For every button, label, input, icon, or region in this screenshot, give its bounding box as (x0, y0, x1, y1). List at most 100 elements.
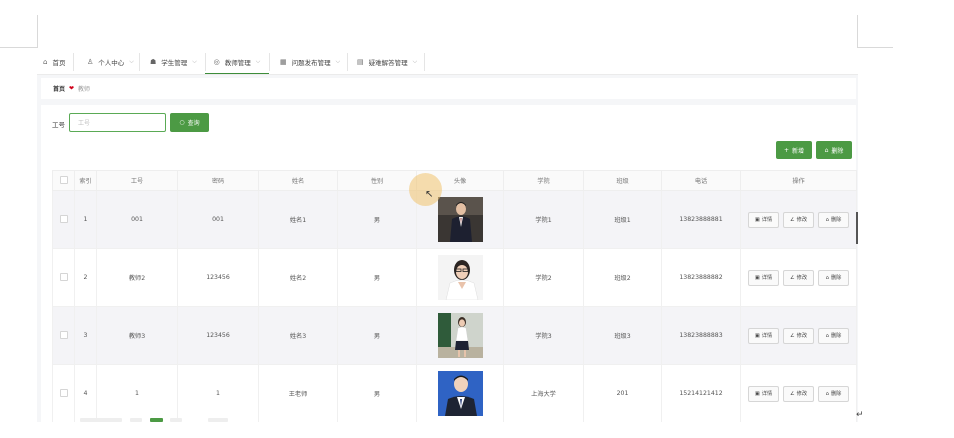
add-button-label: 新增 (792, 147, 805, 155)
nav-item-label: 首页 (52, 59, 66, 67)
pagination-page[interactable] (130, 418, 142, 422)
home-icon: ⌂ (43, 58, 48, 66)
select-all-checkbox[interactable] (59, 175, 68, 184)
chevron-down-icon: ⌵ (129, 58, 134, 65)
column-header: 班级 (583, 170, 662, 191)
breadcrumb: 首页 ❤ 教师 (41, 78, 856, 99)
row-checkbox-cell[interactable] (52, 306, 75, 365)
avatar (437, 255, 483, 300)
cell-password: 1 (177, 364, 259, 422)
search-label: 工号 (52, 121, 65, 129)
query-button-label: 查询 (187, 120, 200, 127)
row-checkbox[interactable] (59, 330, 68, 339)
avatar (437, 313, 483, 358)
student-icon: ☗ (150, 58, 157, 66)
delete-button[interactable]: ⌂ 删除 (818, 385, 849, 402)
cell-gonghao: 教师3 (96, 306, 178, 365)
nav-divider (269, 53, 270, 71)
row-checkbox-cell[interactable] (52, 190, 75, 249)
detail-button[interactable]: ▣ 详情 (748, 211, 779, 228)
top-navigation: ⌂ 首页 ♙ 个人中心 ⌵ ☗ 学生管理 ⌵ ◎ 教师管理 ⌵ ▦ 问题发布管理… (37, 50, 858, 75)
cell-index: 1 (74, 190, 97, 249)
trash-icon: ⌂ (824, 146, 829, 154)
detail-label: 详情 (761, 275, 773, 281)
batch-delete-button[interactable]: ⌂ 删除 (816, 141, 852, 159)
query-button[interactable]: ○ 查询 (170, 113, 209, 132)
pagination-current-page[interactable] (150, 418, 163, 422)
trash-icon: ⌂ (825, 390, 829, 397)
edit-label: 修改 (796, 217, 808, 223)
scrollbar-thumb[interactable] (856, 212, 858, 244)
nav-item-label: 教师管理 (224, 58, 251, 67)
nav-item-question-management[interactable]: ▦ 问题发布管理 ⌵ (280, 50, 340, 74)
cell-name: 姓名3 (258, 306, 338, 365)
cell-college: 学院2 (503, 248, 584, 307)
delete-label: 删除 (830, 391, 842, 397)
cell-gender: 男 (337, 306, 417, 365)
chevron-down-icon: ⌵ (335, 58, 341, 65)
detail-button[interactable]: ▣ 详情 (748, 269, 779, 286)
column-header: 学院 (503, 170, 584, 191)
row-checkbox-cell[interactable] (52, 248, 75, 307)
cell-phone: 13823888882 (661, 248, 741, 307)
cell-class: 班级3 (583, 306, 662, 365)
cell-operations: ▣ 详情 ∠ 修改 ⌂ 删除 (740, 190, 857, 249)
nav-item-teacher-management[interactable]: ◎ 教师管理 ⌵ (205, 50, 269, 74)
edit-icon: ∠ (789, 390, 795, 397)
crop-mark (857, 15, 858, 48)
table-header-row: 索引 工号 密码 姓名 性别 头像 学院 班级 电话 操作 (52, 170, 857, 191)
mouse-pointer-icon: ↖ (425, 189, 434, 200)
detail-icon: ▣ (754, 390, 760, 397)
column-header: 性别 (337, 170, 417, 191)
column-header: 密码 (177, 170, 259, 191)
nav-item-home[interactable]: ⌂ 首页 (43, 50, 65, 74)
breadcrumb-home[interactable]: 首页 (53, 84, 65, 93)
nav-item-label: 个人中心 (98, 59, 125, 67)
detail-button[interactable]: ▣ 详情 (748, 385, 779, 402)
user-icon: ♙ (87, 58, 94, 66)
delete-button[interactable]: ⌂ 删除 (818, 327, 849, 344)
cell-college: 学院3 (503, 306, 584, 365)
delete-label: 删除 (830, 275, 842, 281)
main-content: 工号 工号 ○ 查询 + 新增 ⌂ 删除 索引 工号 密码 姓名 性别 头像 学… (41, 105, 857, 422)
column-header: 工号 (96, 170, 178, 191)
column-header: 电话 (661, 170, 741, 191)
cell-phone: 13823888881 (661, 190, 741, 249)
add-button[interactable]: + 新增 (776, 141, 812, 159)
row-checkbox-cell[interactable] (52, 364, 75, 422)
pagination-page[interactable] (170, 418, 182, 422)
nav-item-answer-management[interactable]: ▤ 疑难解答管理 ⌵ (357, 50, 417, 74)
row-checkbox[interactable] (59, 388, 68, 397)
column-header: 索引 (74, 170, 97, 191)
nav-item-personal-center[interactable]: ♙ 个人中心 ⌵ (87, 50, 134, 74)
cell-name: 姓名2 (258, 248, 338, 307)
cell-phone: 13823888883 (661, 306, 741, 365)
column-header: 操作 (740, 170, 857, 191)
edit-button[interactable]: ∠ 修改 (783, 211, 814, 228)
edit-button[interactable]: ∠ 修改 (783, 385, 814, 402)
pagination-jump[interactable] (208, 418, 228, 422)
pagination-prev[interactable] (80, 418, 122, 422)
header-checkbox[interactable] (52, 170, 75, 191)
cell-gonghao: 001 (96, 190, 178, 249)
breadcrumb-current: 教师 (78, 86, 91, 93)
detail-label: 详情 (761, 391, 773, 397)
delete-button[interactable]: ⌂ 删除 (818, 211, 849, 228)
cell-avatar (416, 306, 504, 365)
nav-item-label: 问题发布管理 (291, 59, 331, 67)
nav-item-student-management[interactable]: ☗ 学生管理 ⌵ (150, 50, 197, 74)
detail-button[interactable]: ▣ 详情 (748, 327, 779, 344)
edit-button[interactable]: ∠ 修改 (783, 269, 814, 286)
row-checkbox[interactable] (59, 272, 68, 281)
search-icon: ○ (179, 119, 185, 126)
delete-button[interactable]: ⌂ 删除 (818, 269, 849, 286)
row-checkbox[interactable] (59, 214, 68, 223)
edit-button[interactable]: ∠ 修改 (783, 327, 814, 344)
cell-gonghao: 1 (96, 364, 178, 422)
edit-icon: ∠ (789, 274, 795, 281)
nav-divider (424, 53, 425, 71)
nav-item-label: 疑难解答管理 (368, 59, 408, 67)
detail-icon: ▣ (754, 274, 760, 281)
search-input[interactable]: 工号 (69, 113, 166, 132)
trash-icon: ⌂ (825, 332, 829, 339)
